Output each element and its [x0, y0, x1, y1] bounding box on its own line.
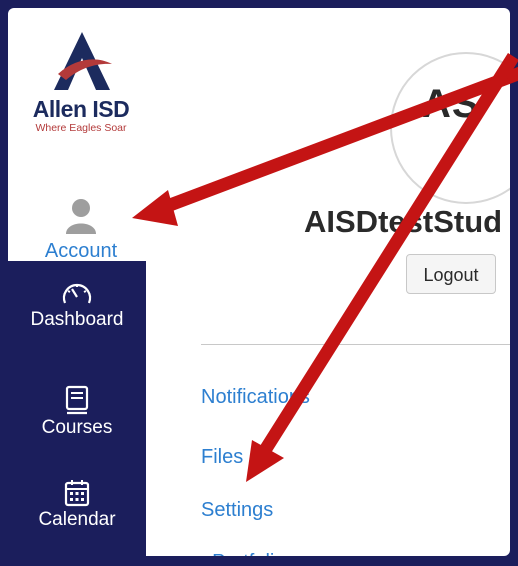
eagle-a-logo-icon [54, 32, 112, 90]
nav-calendar[interactable]: Calendar [8, 479, 146, 531]
link-notifications[interactable]: Notifications [201, 386, 310, 409]
nav-dashboard-label: Dashboard [30, 309, 124, 330]
nav-account[interactable]: Account [8, 190, 154, 270]
nav-courses-label: Courses [41, 417, 113, 438]
profile-divider [201, 344, 510, 345]
link-files[interactable]: Files [201, 446, 243, 469]
district-name: Allen ISD [32, 96, 130, 122]
profile-initials: AS [422, 82, 480, 126]
allen-isd-logo[interactable]: Allen ISD Where Eagles Soar [8, 8, 154, 168]
link-settings[interactable]: Settings [201, 499, 273, 522]
nav-calendar-label: Calendar [38, 509, 116, 530]
district-tagline: Where Eagles Soar [35, 122, 127, 134]
global-nav: Dashboard Courses Calendar [8, 261, 146, 561]
calendar-icon [64, 480, 90, 507]
book-icon [65, 385, 89, 415]
link-eportfolios[interactable]: ePortfolios [201, 551, 296, 556]
nav-courses[interactable]: Courses [8, 385, 146, 439]
profile-avatar[interactable] [390, 52, 510, 204]
logout-button[interactable]: Logout [406, 254, 496, 294]
dashboard-gauge-icon [62, 283, 92, 304]
nav-account-label: Account [44, 240, 118, 262]
nav-dashboard[interactable]: Dashboard [8, 279, 146, 331]
profile-username: AISDtestStud [304, 204, 503, 239]
user-avatar-icon [66, 199, 96, 234]
